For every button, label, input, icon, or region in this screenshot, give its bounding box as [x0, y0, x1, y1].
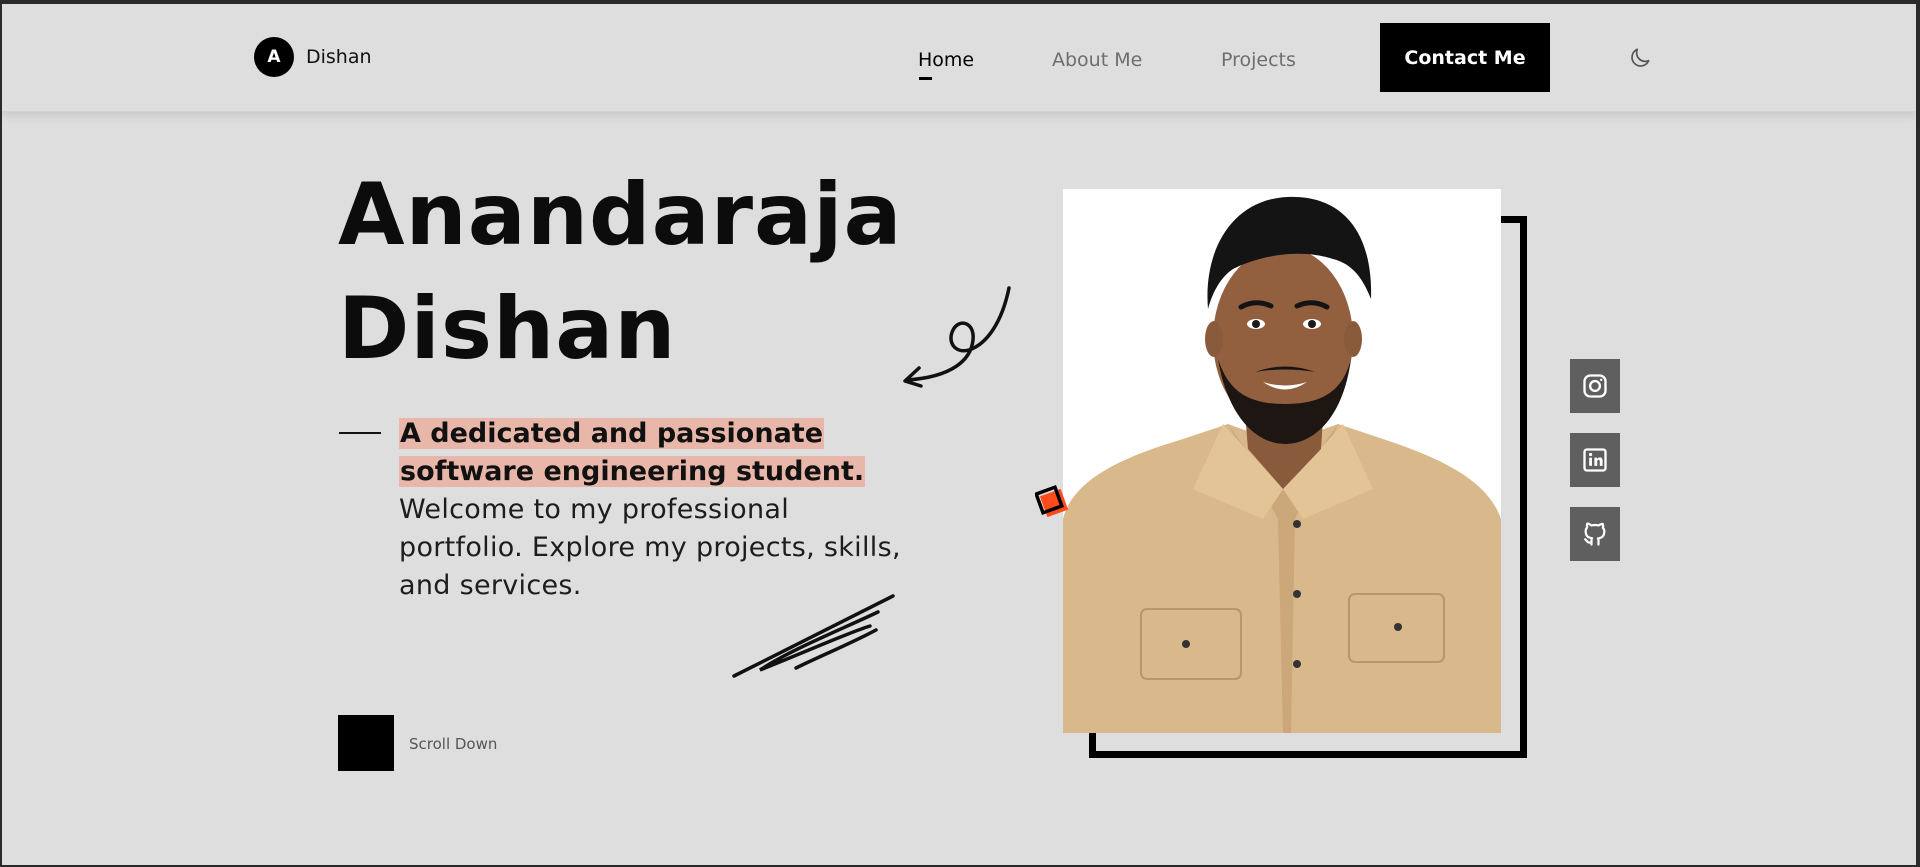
moon-icon[interactable] — [1627, 45, 1653, 71]
contact-me-button[interactable]: Contact Me — [1380, 23, 1550, 92]
description-text: Welcome to my professional — [399, 494, 790, 525]
hero-title: Anandaraja Dishan — [338, 158, 903, 386]
nav-about-me[interactable]: About Me — [1052, 49, 1142, 71]
hero-tagline: A dedicated and passionate software engi… — [399, 415, 919, 605]
github-icon — [1583, 522, 1606, 546]
logo-name: Dishan — [306, 46, 372, 68]
hero-title-line: Anandaraja — [338, 165, 903, 265]
hatch-scribble — [732, 594, 895, 678]
highlight-text: software engineering student. — [399, 456, 866, 487]
description-text: portfolio. Explore my projects, skills, — [399, 532, 901, 563]
profile-illustration — [1063, 189, 1501, 733]
highlight-text: A dedicated and passionate — [399, 418, 825, 449]
scroll-down-button[interactable] — [338, 715, 394, 771]
nav-active-indicator — [919, 77, 932, 80]
linkedin-link[interactable] — [1570, 433, 1620, 487]
scroll-down-label[interactable]: Scroll Down — [409, 735, 497, 753]
page: A Dishan Home About Me Projects Contact … — [2, 4, 1916, 865]
logo-badge: A — [254, 37, 294, 77]
curly-arrow-scribble — [903, 286, 1011, 388]
nav-home[interactable]: Home — [918, 49, 974, 71]
header: A Dishan Home About Me Projects Contact … — [2, 4, 1916, 112]
github-link[interactable] — [1570, 507, 1620, 561]
instagram-icon — [1583, 374, 1607, 398]
profile-photo — [1063, 189, 1501, 733]
linkedin-icon — [1583, 448, 1607, 472]
nav-projects[interactable]: Projects — [1221, 49, 1296, 71]
instagram-link[interactable] — [1570, 359, 1620, 413]
tagline-dash — [339, 432, 381, 434]
hero-title-line: Dishan — [338, 279, 677, 379]
orange-square-decoration — [1035, 484, 1069, 518]
logo[interactable]: A Dishan — [254, 37, 372, 77]
